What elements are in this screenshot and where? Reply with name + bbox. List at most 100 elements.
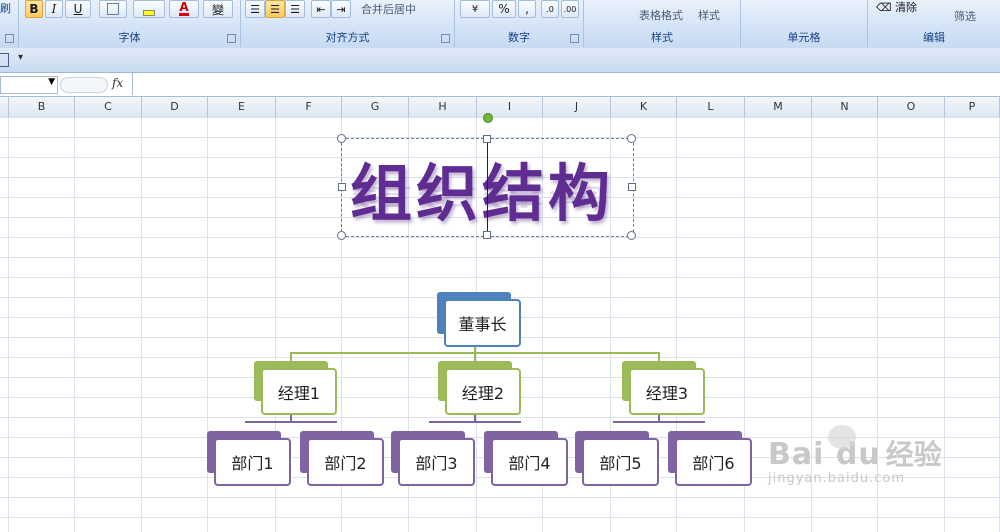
number-group: ¥ % , .0 .00 数字 — [455, 0, 584, 47]
phonetic-button[interactable]: 變 — [203, 0, 233, 18]
decrease-decimal-icon: .00 — [563, 4, 577, 14]
format-painter-fragment[interactable]: 刷 — [0, 0, 11, 16]
alignment-launcher-icon[interactable] — [441, 34, 450, 43]
connector-m3-bar — [613, 421, 705, 423]
column-header-B[interactable]: B — [9, 97, 75, 117]
styles-group: 表格格式 样式 样式 — [584, 0, 741, 47]
cells-group-label: 单元格 — [787, 31, 821, 44]
save-icon[interactable] — [0, 53, 9, 67]
clear-button[interactable]: ⌫ 清除 — [876, 0, 917, 15]
column-header-L[interactable]: L — [677, 97, 745, 117]
clear-label: 清除 — [895, 1, 918, 14]
org-node-department-5-label: 部门5 — [599, 454, 642, 473]
font-color-button[interactable]: A — [169, 0, 199, 18]
italic-button[interactable]: I — [45, 0, 63, 18]
format-as-table-button[interactable]: 表格格式 — [639, 7, 683, 23]
fill-color-button[interactable] — [133, 0, 165, 18]
decrease-decimal-button[interactable]: .00 — [561, 0, 579, 18]
connector-m2-bar — [429, 421, 521, 423]
align-center-icon: ☰ — [270, 2, 280, 16]
column-headers: BCDEFGHIJKLMNOP — [0, 97, 1000, 118]
org-node-department-5[interactable]: 部门5 — [582, 438, 659, 486]
currency-button[interactable]: ¥ — [460, 0, 490, 18]
org-node-department-2[interactable]: 部门2 — [307, 438, 384, 486]
resize-handle-left-icon[interactable] — [338, 183, 346, 191]
column-header-G[interactable]: G — [342, 97, 409, 117]
cell-styles-button[interactable]: 样式 — [698, 7, 720, 23]
bold-button[interactable]: B — [25, 0, 43, 18]
resize-handle-br-icon[interactable] — [627, 231, 636, 240]
column-header-H[interactable]: H — [409, 97, 477, 117]
increase-decimal-button[interactable]: .0 — [541, 0, 559, 18]
org-node-department-1-label: 部门1 — [231, 454, 274, 473]
align-right-button[interactable]: ☰ — [285, 0, 305, 18]
eraser-icon: ⌫ — [876, 1, 892, 14]
org-node-manager-3[interactable]: 经理3 — [629, 368, 705, 415]
name-box[interactable]: ▼ — [0, 76, 58, 94]
resize-handle-tr-icon[interactable] — [627, 134, 636, 143]
column-header-J[interactable]: J — [543, 97, 611, 117]
cursor-line — [487, 137, 488, 235]
underline-button[interactable]: U — [65, 0, 91, 18]
org-node-department-4-label: 部门4 — [508, 454, 551, 473]
number-group-label: 数字 — [508, 31, 530, 44]
gridline — [944, 117, 945, 532]
number-launcher-icon[interactable] — [570, 34, 579, 43]
column-header-F[interactable]: F — [276, 97, 342, 117]
formula-cancel-area[interactable] — [60, 77, 108, 93]
resize-handle-bottom-icon[interactable] — [483, 231, 491, 239]
column-header-M[interactable]: M — [745, 97, 812, 117]
column-header-D[interactable]: D — [142, 97, 208, 117]
column-header-N[interactable]: N — [812, 97, 878, 117]
baidu-paw-icon — [828, 425, 856, 449]
clipboard-launcher-icon[interactable] — [5, 34, 14, 43]
org-node-department-3[interactable]: 部门3 — [398, 438, 475, 486]
increase-decimal-icon: .0 — [546, 4, 554, 14]
font-launcher-icon[interactable] — [227, 34, 236, 43]
org-node-root[interactable]: 董事长 — [444, 299, 521, 347]
org-node-department-2-label: 部门2 — [324, 454, 367, 473]
decrease-indent-button[interactable]: ⇤ — [311, 0, 331, 18]
align-center-button[interactable]: ☰ — [265, 0, 285, 18]
resize-handle-tl-icon[interactable] — [337, 134, 346, 143]
sort-filter-button[interactable]: 筛选 — [954, 8, 976, 24]
org-node-department-4[interactable]: 部门4 — [491, 438, 568, 486]
editing-group-label: 编辑 — [923, 31, 945, 44]
column-header-K[interactable]: K — [611, 97, 677, 117]
column-header-O[interactable]: O — [878, 97, 945, 117]
border-button[interactable] — [99, 0, 127, 18]
resize-handle-bl-icon[interactable] — [337, 231, 346, 240]
align-left-icon: ☰ — [250, 2, 260, 16]
rotate-handle-icon[interactable] — [483, 113, 493, 123]
align-left-button[interactable]: ☰ — [245, 0, 265, 18]
quick-access-bar: ▾ — [0, 48, 1000, 73]
merge-center-button[interactable]: 合并后居中 — [361, 1, 416, 17]
currency-icon: ¥ — [471, 3, 479, 15]
formula-input[interactable] — [132, 73, 1000, 95]
gridline — [141, 117, 142, 532]
fx-button[interactable]: fx — [112, 76, 123, 90]
resize-handle-top-icon[interactable] — [483, 135, 491, 143]
customize-qat-icon[interactable]: ▾ — [18, 52, 23, 63]
org-node-manager-2[interactable]: 经理2 — [445, 368, 521, 415]
org-node-department-6[interactable]: 部门6 — [675, 438, 752, 486]
percent-button[interactable]: % — [492, 0, 516, 18]
resize-handle-right-icon[interactable] — [628, 183, 636, 191]
column-header-E[interactable]: E — [208, 97, 276, 117]
editing-group: ⌫ 清除 筛选 编辑 — [868, 0, 1000, 47]
org-node-department-1[interactable]: 部门1 — [214, 438, 291, 486]
org-node-manager-3-label: 经理3 — [645, 383, 689, 403]
comma-button[interactable]: , — [518, 0, 536, 18]
increase-indent-button[interactable]: ⇥ — [331, 0, 351, 18]
font-color-icon: A — [179, 0, 189, 16]
gridline — [8, 117, 9, 532]
column-header-P[interactable]: P — [945, 97, 1000, 117]
org-node-department-6-label: 部门6 — [692, 454, 735, 473]
gridline — [74, 117, 75, 532]
border-icon — [107, 3, 119, 15]
name-box-dropdown-icon[interactable]: ▼ — [48, 77, 55, 87]
baidu-watermark: Bai du 经验 jingyan.baidu.com — [768, 425, 942, 486]
org-node-manager-1[interactable]: 经理1 — [261, 368, 337, 415]
column-header-partial[interactable] — [0, 97, 9, 117]
column-header-C[interactable]: C — [75, 97, 142, 117]
